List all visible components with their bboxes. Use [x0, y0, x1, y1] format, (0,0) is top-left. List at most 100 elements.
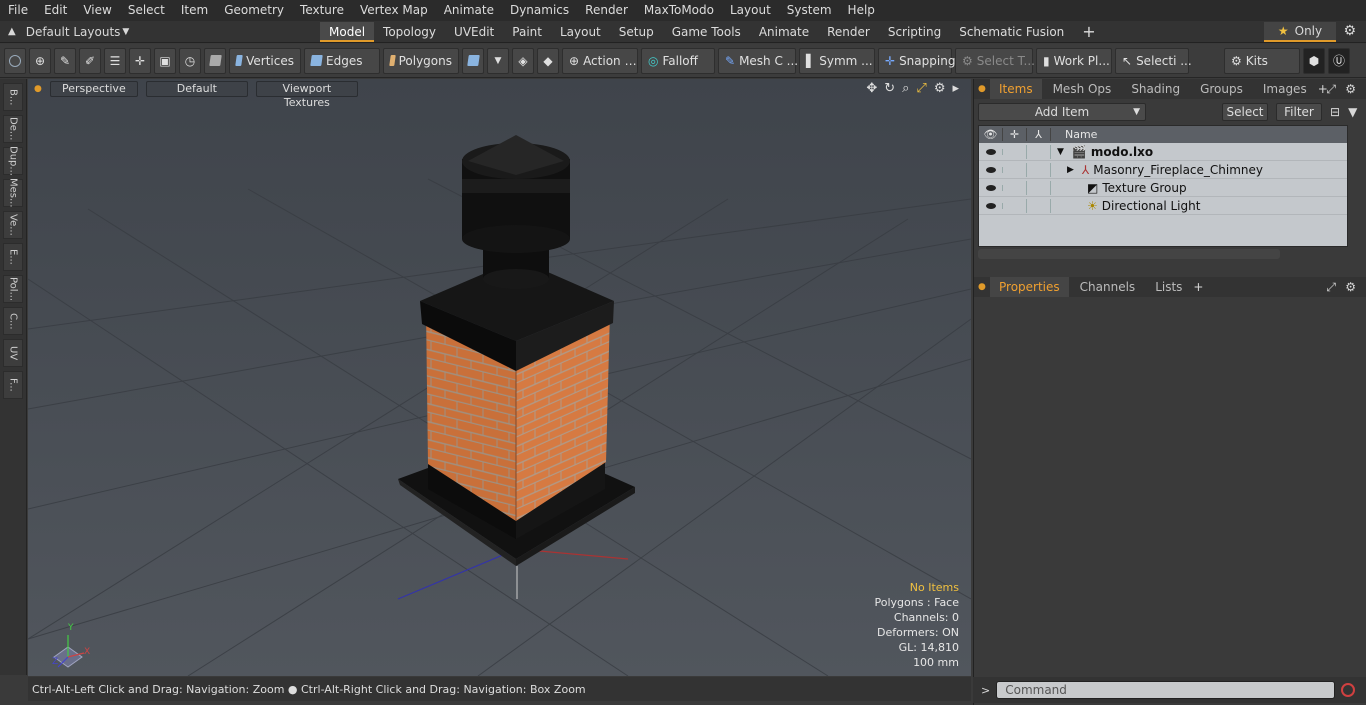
unity-button[interactable]: ⬢ [1303, 47, 1325, 74]
menu-maxtomodo[interactable]: MaxToModo [636, 0, 722, 21]
menu-render[interactable]: Render [577, 0, 636, 21]
tab-shading[interactable]: Shading [1122, 79, 1189, 99]
material-button[interactable]: ◈ [512, 47, 534, 74]
left-tab-polygon[interactable]: Pol... [3, 275, 23, 303]
perspective-button[interactable]: Perspective [49, 81, 138, 97]
mode-dropdown[interactable]: ▼ [487, 47, 509, 74]
only-toggle[interactable]: ★ Only [1264, 22, 1336, 42]
vertices-button[interactable]: Vertices [229, 47, 301, 74]
expand-arrow-icon[interactable]: ▶ [1067, 165, 1074, 175]
left-tab-deform[interactable]: De... [3, 115, 23, 143]
layout-selector[interactable]: ▲ Default Layouts ▼ [0, 25, 320, 39]
item-row[interactable]: ▶ ⅄ Masonry_Fireplace_Chimney [979, 161, 1347, 179]
menu-texture[interactable]: Texture [292, 0, 352, 21]
pen-button[interactable]: ✎ [54, 47, 76, 74]
gear-icon[interactable]: ⚙ [1345, 82, 1356, 96]
menu-select[interactable]: Select [120, 0, 173, 21]
menu-help[interactable]: Help [840, 0, 883, 21]
items-mode-button[interactable] [462, 47, 484, 74]
expand-arrow-icon[interactable]: ▼ [1057, 147, 1064, 157]
tab-mesh-ops[interactable]: Mesh Ops [1044, 79, 1121, 99]
align-button[interactable]: ☰ [104, 47, 126, 74]
visibility-toggle[interactable] [979, 166, 1003, 173]
menu-view[interactable]: View [75, 0, 119, 21]
solid-button[interactable] [204, 47, 226, 74]
left-tab-fusion[interactable]: F... [3, 371, 23, 399]
visibility-toggle[interactable] [979, 184, 1003, 191]
item-list-hscroll[interactable] [978, 249, 1280, 259]
kits-button[interactable]: ⚙ Kits [1224, 47, 1300, 74]
tab-render[interactable]: Render [818, 22, 879, 42]
snapping-button[interactable]: ✛ Snapping [878, 47, 955, 74]
tab-game-tools[interactable]: Game Tools [663, 22, 750, 42]
lock-cell[interactable] [1003, 180, 1027, 195]
gear-icon[interactable]: ⚙ [1345, 280, 1356, 294]
lock-cell[interactable] [1003, 198, 1027, 213]
lock-cell[interactable] [1003, 144, 1027, 159]
expand-icon[interactable]: ⤢ [1326, 82, 1336, 97]
gear-icon[interactable]: ⚙ [1343, 23, 1356, 39]
visibility-toggle[interactable] [979, 148, 1003, 155]
panel-menu-icon[interactable]: ● [978, 282, 986, 292]
clock-button[interactable]: ◷ [179, 47, 201, 74]
tab-animate[interactable]: Animate [750, 22, 818, 42]
select-button[interactable]: Select [1222, 103, 1268, 121]
select-circle-button[interactable] [4, 47, 26, 74]
selection-button[interactable]: ↖ Selecti ... [1115, 47, 1192, 74]
work-plane-button[interactable]: ▮ Work Pl... [1036, 47, 1112, 74]
collapse-icon[interactable]: ⊟ [1330, 105, 1340, 119]
record-icon[interactable] [1341, 683, 1356, 697]
default-style-button[interactable]: Default [145, 81, 248, 97]
menu-system[interactable]: System [779, 0, 840, 21]
tab-scripting[interactable]: Scripting [879, 22, 950, 42]
visibility-column-icon[interactable]: 👁 [979, 128, 1003, 141]
filter-button[interactable]: Filter [1276, 103, 1322, 121]
zoom-view-icon[interactable]: ⌕ [902, 81, 909, 96]
viewport-menu-icon[interactable]: ● [34, 84, 42, 94]
funnel-icon[interactable]: ▼ [1348, 105, 1357, 119]
tab-topology[interactable]: Topology [374, 22, 445, 42]
add-tab-icon[interactable]: + [1193, 280, 1203, 294]
visibility-toggle[interactable] [979, 202, 1003, 209]
brush-button[interactable]: ✐ [79, 47, 101, 74]
select-through-button[interactable]: ⚙ Select T... [955, 47, 1035, 74]
item-row[interactable]: ▼ 🎬 modo.lxo [979, 143, 1347, 161]
tab-setup[interactable]: Setup [610, 22, 663, 42]
gear-icon[interactable]: ⚙ [934, 81, 946, 96]
falloff-button[interactable]: ◎ Falloff [641, 47, 715, 74]
left-tab-mesh[interactable]: Mes... [3, 178, 23, 208]
action-button[interactable]: ⊕ Action… [562, 47, 638, 74]
tab-schematic-fusion[interactable]: Schematic Fusion [950, 22, 1073, 42]
shield-button[interactable]: ◆ [537, 47, 559, 74]
tab-items[interactable]: Items [990, 79, 1042, 99]
add-item-button[interactable]: Add Item ▼ [978, 103, 1146, 121]
rotate-view-icon[interactable]: ↻ [884, 81, 895, 96]
lock-cell[interactable] [1003, 162, 1027, 177]
layout-up-icon[interactable]: ▲ [8, 26, 16, 37]
command-input[interactable]: Command [996, 681, 1336, 699]
tab-model[interactable]: Model [320, 21, 375, 42]
unreal-button[interactable]: Ⓤ [1328, 47, 1350, 74]
menu-animate[interactable]: Animate [436, 0, 502, 21]
left-tab-edge[interactable]: E... [3, 243, 23, 271]
panel-menu-icon[interactable]: ● [978, 84, 986, 94]
tab-groups[interactable]: Groups [1191, 79, 1252, 99]
menu-layout[interactable]: Layout [722, 0, 779, 21]
polygons-button[interactable]: Polygons [383, 47, 459, 74]
type-column-icon[interactable]: ⅄ [1027, 128, 1051, 141]
menu-dynamics[interactable]: Dynamics [502, 0, 577, 21]
menu-vertex-map[interactable]: Vertex Map [352, 0, 436, 21]
menu-item[interactable]: Item [173, 0, 216, 21]
tab-images[interactable]: Images [1254, 79, 1316, 99]
symmetry-button[interactable]: ▌ Symm ... [799, 47, 875, 74]
tab-layout[interactable]: Layout [551, 22, 610, 42]
3d-viewport[interactable]: Y X Z ● Perspective Default Viewport Tex… [28, 79, 971, 676]
menu-edit[interactable]: Edit [36, 0, 75, 21]
left-tab-curve[interactable]: C... [3, 307, 23, 335]
maximize-icon[interactable]: ⤢ [916, 81, 926, 96]
center-button[interactable]: ✛ [129, 47, 151, 74]
tab-uvedit[interactable]: UVEdit [445, 22, 503, 42]
expand-right-icon[interactable]: ▸ [952, 81, 959, 96]
tab-lists[interactable]: Lists [1146, 277, 1191, 297]
expand-icon[interactable]: ⤢ [1326, 280, 1336, 295]
